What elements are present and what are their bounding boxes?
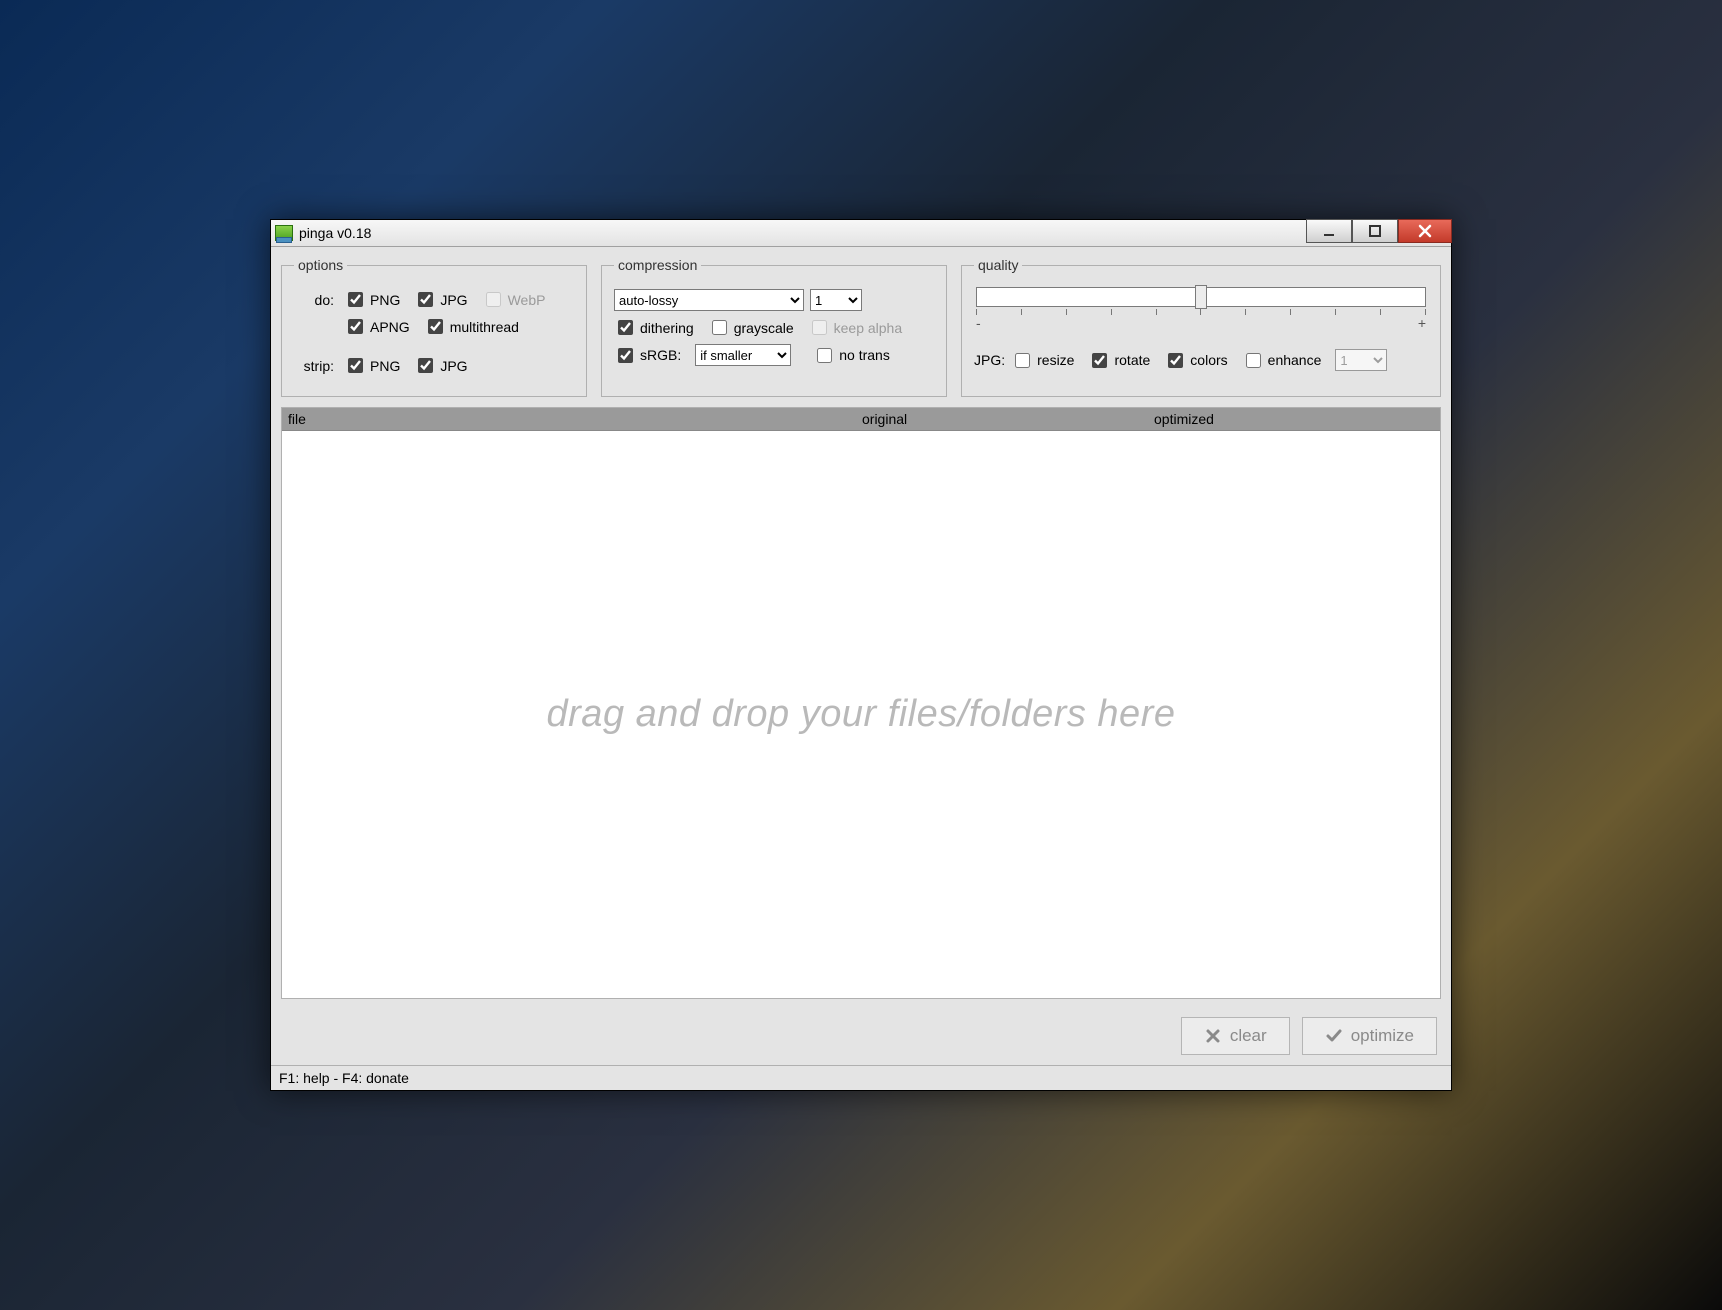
do-png[interactable]: PNG: [344, 289, 400, 310]
notrans-check[interactable]: no trans: [813, 345, 890, 366]
srgb-check[interactable]: sRGB:: [614, 345, 681, 366]
drop-hint: drag and drop your files/folders here: [547, 693, 1176, 736]
clear-icon: [1204, 1027, 1222, 1045]
window-controls: [1306, 219, 1452, 241]
quality-jpg-label: JPG:: [974, 352, 1005, 368]
close-icon: [1417, 223, 1433, 239]
minimize-button[interactable]: [1306, 219, 1352, 243]
strip-label: strip:: [294, 358, 334, 374]
bottom-bar: clear optimize: [281, 1009, 1441, 1065]
dithering-check[interactable]: dithering: [614, 317, 694, 338]
status-bar: F1: help - F4: donate: [271, 1065, 1451, 1090]
minimize-icon: [1322, 224, 1336, 238]
col-original[interactable]: original: [856, 411, 1148, 427]
do-jpg[interactable]: JPG: [414, 289, 467, 310]
app-icon: [275, 225, 293, 241]
srgb-mode-select[interactable]: if smaller: [695, 344, 791, 366]
grayscale-check[interactable]: grayscale: [708, 317, 794, 338]
quality-minus: -: [976, 315, 981, 331]
panels-row: options do: PNG JPG WebP APNG multithrea…: [281, 257, 1441, 397]
strip-jpg[interactable]: JPG: [414, 355, 467, 376]
jpg-rotate-check[interactable]: rotate: [1088, 350, 1150, 371]
file-list[interactable]: file original optimized drag and drop yo…: [281, 407, 1441, 999]
titlebar[interactable]: pinga v0.18: [271, 220, 1451, 247]
enhance-level-select[interactable]: 1: [1335, 349, 1387, 371]
options-legend: options: [294, 257, 347, 273]
options-panel: options do: PNG JPG WebP APNG multithrea…: [281, 257, 587, 397]
do-label: do:: [294, 292, 334, 308]
clear-button[interactable]: clear: [1181, 1017, 1290, 1055]
compression-mode-select[interactable]: auto-lossy: [614, 289, 804, 311]
drop-zone[interactable]: drag and drop your files/folders here: [282, 431, 1440, 998]
do-multithread[interactable]: multithread: [424, 316, 519, 337]
jpg-resize-check[interactable]: resize: [1011, 350, 1074, 371]
quality-plus: +: [1418, 315, 1426, 331]
client-area: options do: PNG JPG WebP APNG multithrea…: [271, 247, 1451, 1065]
quality-slider-thumb[interactable]: [1195, 285, 1207, 309]
window-title: pinga v0.18: [299, 225, 371, 241]
quality-panel: quality - + JPG: resize rotate colors en…: [961, 257, 1441, 397]
app-window: pinga v0.18 options do: PNG JPG WebP: [270, 219, 1452, 1091]
compression-level-select[interactable]: 1: [810, 289, 862, 311]
jpg-enhance-check[interactable]: enhance: [1242, 350, 1322, 371]
jpg-colors-check[interactable]: colors: [1164, 350, 1227, 371]
keepalpha-check: keep alpha: [808, 317, 903, 338]
optimize-button[interactable]: optimize: [1302, 1017, 1437, 1055]
quality-legend: quality: [974, 257, 1022, 273]
do-webp: WebP: [482, 289, 546, 310]
optimize-icon: [1325, 1027, 1343, 1045]
quality-slider[interactable]: [976, 287, 1426, 307]
col-optimized[interactable]: optimized: [1148, 411, 1440, 427]
strip-png[interactable]: PNG: [344, 355, 400, 376]
status-text: F1: help - F4: donate: [279, 1070, 409, 1086]
do-apng[interactable]: APNG: [344, 316, 410, 337]
maximize-icon: [1368, 224, 1382, 238]
optimize-label: optimize: [1351, 1026, 1414, 1046]
col-file[interactable]: file: [282, 411, 856, 427]
compression-legend: compression: [614, 257, 701, 273]
maximize-button[interactable]: [1352, 219, 1398, 243]
compression-panel: compression auto-lossy 1 dithering grays…: [601, 257, 947, 397]
close-button[interactable]: [1398, 219, 1452, 243]
file-list-header: file original optimized: [282, 408, 1440, 431]
clear-label: clear: [1230, 1026, 1267, 1046]
quality-range-labels: - +: [976, 315, 1426, 331]
